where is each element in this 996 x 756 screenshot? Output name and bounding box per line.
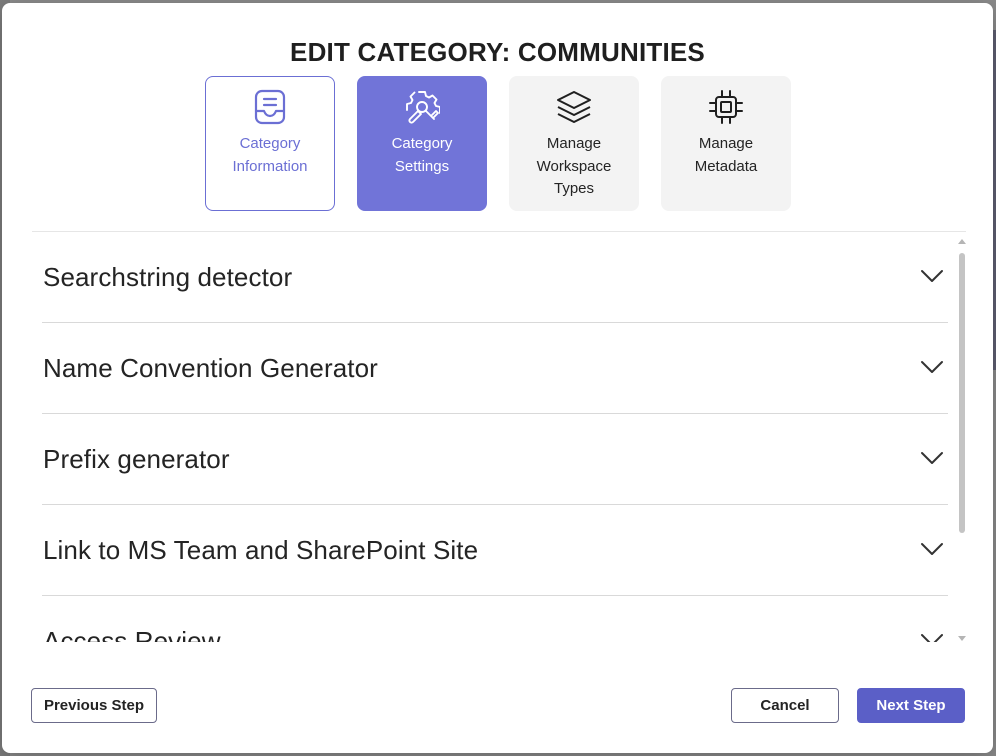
scroll-up-arrow[interactable] [958, 239, 966, 244]
cancel-button[interactable]: Cancel [731, 688, 839, 723]
accordion-title: Prefix generator [43, 444, 230, 474]
accordion-name-convention-generator[interactable]: Name Convention Generator [42, 323, 948, 414]
accordion-title: Searchstring detector [43, 262, 293, 292]
accordion-access-review[interactable]: Access Review [42, 596, 948, 642]
step-category-settings[interactable]: Category Settings [357, 76, 487, 211]
chip-icon [708, 89, 744, 125]
accordion-title: Name Convention Generator [43, 353, 378, 383]
step-label: Category Information [232, 135, 308, 175]
settings-tools-icon [404, 89, 440, 125]
chevron-down-icon[interactable] [920, 632, 944, 642]
edit-category-dialog: EDIT CATEGORY: COMMUNITIES Category Info… [2, 3, 993, 753]
scrollbar-thumb[interactable] [959, 253, 965, 533]
chevron-down-icon[interactable] [920, 450, 944, 466]
previous-step-button[interactable]: Previous Step [31, 688, 157, 723]
step-navigation: Category Information Category Settings M… [205, 76, 791, 211]
step-category-information[interactable]: Category Information [205, 76, 335, 211]
step-manage-workspace-types[interactable]: Manage Workspace Types [509, 76, 639, 211]
next-step-button[interactable]: Next Step [857, 688, 965, 723]
vertical-scrollbar[interactable] [957, 239, 967, 641]
accordion-searchstring-detector[interactable]: Searchstring detector [42, 232, 948, 323]
step-label: Category Settings [391, 135, 453, 175]
step-label: Manage Metadata [694, 135, 758, 175]
chevron-down-icon[interactable] [920, 541, 944, 557]
scroll-down-arrow[interactable] [958, 636, 966, 641]
settings-accordion: Searchstring detector Name Convention Ge… [42, 232, 948, 642]
chevron-down-icon[interactable] [920, 268, 944, 284]
accordion-title: Link to MS Team and SharePoint Site [43, 535, 479, 565]
layers-icon [556, 89, 592, 125]
accordion-link-ms-team-sharepoint[interactable]: Link to MS Team and SharePoint Site [42, 505, 948, 596]
step-manage-metadata[interactable]: Manage Metadata [661, 76, 791, 211]
accordion-title: Access Review [43, 626, 221, 642]
settings-scroll-area[interactable]: Searchstring detector Name Convention Ge… [32, 232, 966, 642]
accordion-prefix-generator[interactable]: Prefix generator [42, 414, 948, 505]
inbox-icon [252, 89, 288, 125]
step-label: Manage Workspace Types [536, 135, 612, 197]
chevron-down-icon[interactable] [920, 359, 944, 375]
dialog-title: EDIT CATEGORY: COMMUNITIES [290, 37, 705, 67]
